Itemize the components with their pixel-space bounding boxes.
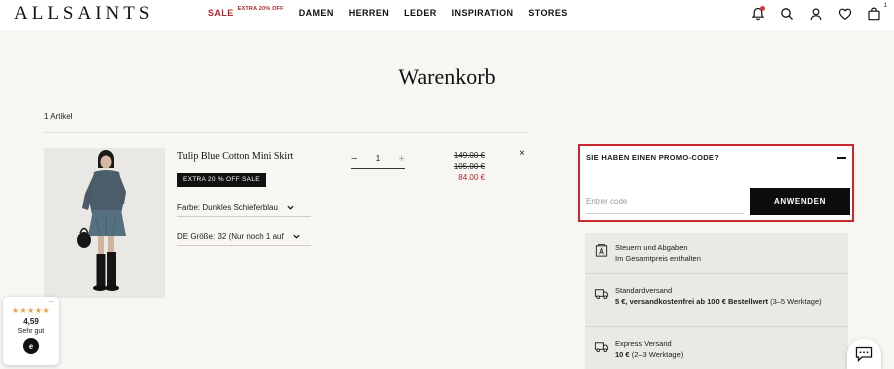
standard-shipping-detail: 5 €, versandkostenfrei ab 100 € Bestellw… xyxy=(615,296,848,307)
chat-button[interactable] xyxy=(847,339,881,369)
rating-stars: ★★★★★ xyxy=(11,306,51,315)
product-name[interactable]: Tulip Blue Cotton Mini Skirt xyxy=(177,151,293,162)
sale-badge: EXTRA 20 % OFF SALE xyxy=(177,173,266,187)
remove-item-button[interactable]: × xyxy=(519,148,525,159)
collapse-icon[interactable] xyxy=(837,157,846,159)
color-select-value: Farbe: Dunkles Schieferblau xyxy=(177,203,278,212)
page-title: Warenkorb xyxy=(398,64,496,89)
price-reduced: 105.00 € xyxy=(453,162,485,171)
rating-value: 4,59 xyxy=(23,317,39,326)
nav-item-inspiration[interactable]: INSPIRATION xyxy=(452,8,514,18)
nav-sale-sup: EXTRA 20% OFF xyxy=(237,6,284,12)
quantity-value: 1 xyxy=(375,154,381,163)
more-icon[interactable]: ... xyxy=(48,297,54,304)
express-shipping-detail: 10 € (2–3 Werktage) xyxy=(615,349,848,360)
express-shipping-title: Express Versand xyxy=(615,339,672,348)
increase-quantity-button[interactable]: + xyxy=(399,153,405,165)
promo-code-input[interactable] xyxy=(586,190,744,214)
color-select[interactable]: Farbe: Dunkles Schieferblau xyxy=(177,203,311,217)
bell-icon[interactable] xyxy=(750,6,766,22)
product-image[interactable] xyxy=(44,148,165,298)
trusted-shops-logo: e xyxy=(23,338,39,354)
search-icon[interactable] xyxy=(779,6,795,22)
receipt-icon xyxy=(595,243,608,257)
standard-shipping-title: Standardversand xyxy=(615,286,673,295)
size-select[interactable]: DE Größe: 32 (Nur noch 1 auf xyxy=(177,232,311,246)
bag-icon[interactable]: 1 xyxy=(866,3,887,22)
main-nav: SALE EXTRA 20% OFF DAMEN HERREN LEDER IN… xyxy=(208,6,583,18)
nav-item-leder[interactable]: LEDER xyxy=(404,8,437,18)
header-icons: 1 xyxy=(737,3,887,22)
nav-item-stores[interactable]: STORES xyxy=(528,8,567,18)
standard-shipping-duration: (3–5 Werktage) xyxy=(768,297,822,306)
rating-label: Sehr gut xyxy=(17,328,45,335)
chat-icon xyxy=(855,346,873,362)
size-select-value: DE Größe: 32 (Nur noch 1 auf xyxy=(177,232,284,241)
standard-shipping-row: Standardversand 5 €, versandkostenfrei a… xyxy=(585,285,848,307)
heart-icon[interactable] xyxy=(837,6,853,22)
divider xyxy=(44,132,528,133)
express-shipping-price: 10 € xyxy=(615,350,630,359)
standard-shipping-price: 5 €, versandkostenfrei ab 100 € Bestellw… xyxy=(615,297,768,306)
express-shipping-row: Express Versand 10 € (2–3 Werktage) xyxy=(585,338,848,360)
chevron-down-icon xyxy=(287,205,294,210)
promo-title: SIE HABEN EINEN PROMO-CODE? xyxy=(586,153,720,162)
price-block: 149.00 € 105.00 € 84.00 € xyxy=(454,150,485,183)
brand-logo[interactable]: ALLSAINTS xyxy=(14,3,153,25)
taxes-subtitle: Im Gesamtpreis enthalten xyxy=(615,254,701,263)
quantity-stepper: − 1 + xyxy=(351,149,405,169)
chevron-down-icon xyxy=(293,234,300,239)
truck-icon xyxy=(594,342,609,353)
bag-count: 1 xyxy=(883,3,887,9)
nav-item-sale[interactable]: SALE EXTRA 20% OFF xyxy=(208,6,284,18)
promo-code-panel: SIE HABEN EINEN PROMO-CODE? ANWENDEN xyxy=(578,144,854,222)
nav-item-damen[interactable]: DAMEN xyxy=(299,8,334,18)
taxes-row: Steuern und Abgaben Im Gesamtpreis entha… xyxy=(585,242,848,264)
apply-promo-button[interactable]: ANWENDEN xyxy=(750,188,850,215)
site-header: ALLSAINTS SALE EXTRA 20% OFF DAMEN HERRE… xyxy=(0,0,894,30)
decrease-quantity-button[interactable]: − xyxy=(351,153,357,165)
shipping-info-panel: Steuern und Abgaben Im Gesamtpreis entha… xyxy=(585,233,848,369)
item-count: 1 Artikel xyxy=(44,112,73,121)
nav-sale-label: SALE xyxy=(208,8,234,18)
taxes-title: Steuern und Abgaben xyxy=(615,243,688,252)
trusted-shops-badge[interactable]: ... ★★★★★ 4,59 Sehr gut e xyxy=(3,297,59,365)
nav-item-herren[interactable]: HERREN xyxy=(349,8,389,18)
price-original: 149.00 € xyxy=(453,151,485,160)
account-icon[interactable] xyxy=(808,6,824,22)
price-final: 84.00 € xyxy=(458,173,485,182)
truck-icon xyxy=(594,289,609,300)
express-shipping-duration: (2–3 Werktage) xyxy=(629,350,684,359)
